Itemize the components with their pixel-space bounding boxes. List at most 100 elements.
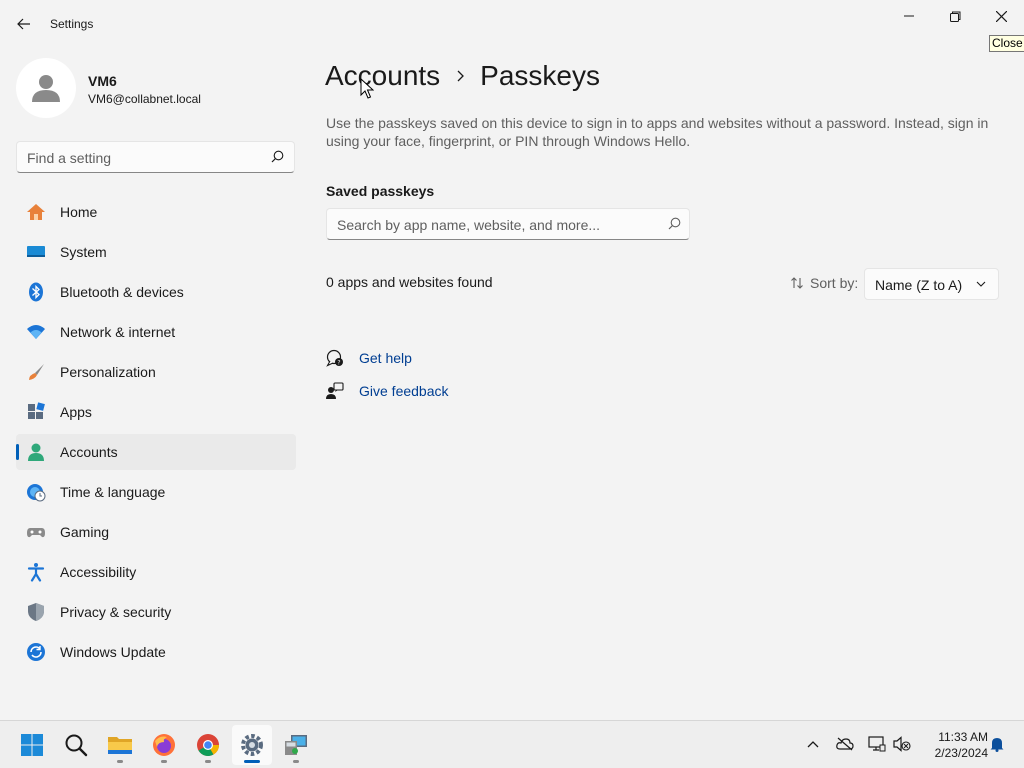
sidebar-item-home[interactable]: Home (16, 194, 296, 230)
volume-tray-button[interactable] (893, 735, 911, 753)
taskbar-search-button[interactable] (56, 725, 96, 765)
gamepad-icon (27, 528, 45, 538)
taskbar: 11:33 AM 2/23/2024 (0, 720, 1024, 768)
profile-name: VM6 (88, 73, 117, 89)
apps-icon (28, 402, 45, 419)
globe-clock-icon (27, 484, 46, 502)
sort-icon (791, 277, 803, 289)
sidebar-item-label: Network & internet (60, 324, 176, 340)
shield-icon (28, 603, 44, 621)
sidebar-item-time-language[interactable]: Time & language (16, 474, 296, 510)
taskbar-file-explorer[interactable] (100, 725, 140, 765)
firefox-icon (153, 734, 175, 756)
results-count: 0 apps and websites found (326, 274, 493, 290)
sidebar-item-label: Apps (60, 404, 92, 420)
find-setting-input[interactable]: Find a setting (16, 141, 295, 173)
close-icon (995, 10, 1007, 22)
title-bar: Settings Close (0, 0, 1024, 52)
bluetooth-icon (29, 282, 43, 302)
profile-email: VM6@collabnet.local (88, 92, 201, 106)
cloud-offline-icon (836, 737, 854, 751)
sidebar-item-label: Privacy & security (60, 604, 172, 620)
running-indicator (205, 760, 211, 763)
sidebar-item-bluetooth[interactable]: Bluetooth & devices (16, 274, 296, 310)
chevron-right-icon (456, 70, 465, 82)
onedrive-tray-button[interactable] (836, 735, 854, 753)
taskbar-firefox[interactable] (144, 725, 184, 765)
section-title: Saved passkeys (326, 183, 435, 199)
sort-dropdown[interactable]: Name (Z to A) (864, 268, 999, 300)
avatar (16, 58, 76, 118)
accounts-icon (28, 443, 44, 461)
taskbar-clock[interactable]: 11:33 AM 2/23/2024 (918, 729, 988, 761)
search-icon (271, 150, 284, 163)
passkey-search-input[interactable]: Search by app name, website, and more... (326, 208, 690, 240)
page-title: Passkeys (480, 60, 600, 91)
clock-date: 2/23/2024 (934, 746, 988, 760)
settings-icon (241, 734, 263, 756)
close-button[interactable] (978, 4, 1024, 28)
sidebar-item-apps[interactable]: Apps (16, 394, 296, 430)
sidebar-item-label: Personalization (60, 364, 156, 380)
sidebar-nav: Home System Bluetooth & devices Network … (16, 194, 296, 674)
show-hidden-icons-button[interactable] (804, 735, 822, 753)
close-tooltip: Close (989, 35, 1024, 52)
chevron-down-icon (976, 281, 986, 287)
accessibility-icon (27, 563, 45, 582)
network-icon (868, 736, 886, 752)
home-icon (27, 204, 45, 220)
taskbar-settings[interactable] (232, 725, 272, 765)
sort-label: Sort by: (790, 275, 858, 291)
sidebar-item-accessibility[interactable]: Accessibility (16, 554, 296, 590)
running-indicator (161, 760, 167, 763)
notifications-button[interactable] (988, 735, 1006, 753)
running-indicator (293, 760, 299, 763)
svg-text:?: ? (337, 360, 340, 367)
running-indicator (117, 760, 123, 763)
minimize-icon (904, 15, 914, 17)
give-feedback-label: Give feedback (359, 383, 449, 399)
sidebar-item-label: Gaming (60, 524, 110, 540)
sidebar-item-accounts[interactable]: Accounts (16, 434, 296, 470)
get-help-label: Get help (359, 350, 412, 366)
start-icon (21, 734, 43, 756)
give-feedback-link[interactable]: Give feedback (326, 382, 449, 400)
file-explorer-icon (108, 737, 132, 754)
sidebar-item-gaming[interactable]: Gaming (16, 514, 296, 550)
sidebar-item-label: System (60, 244, 107, 260)
network-tray-button[interactable] (868, 735, 886, 753)
update-icon (27, 643, 45, 661)
taskbar-remote-desktop[interactable] (276, 725, 316, 765)
clock-time: 11:33 AM (938, 730, 988, 744)
breadcrumb-parent[interactable]: Accounts (325, 60, 440, 92)
sidebar-item-label: Accessibility (60, 564, 137, 580)
user-profile[interactable]: VM6 VM6@collabnet.local (16, 58, 296, 118)
running-indicator (244, 760, 260, 763)
get-help-link[interactable]: ? Get help (326, 349, 412, 367)
passkey-search-placeholder: Search by app name, website, and more... (337, 217, 601, 233)
remote-desktop-icon (285, 735, 307, 755)
bell-icon (990, 738, 1004, 752)
taskbar-chrome[interactable] (188, 725, 228, 765)
help-icon: ? (326, 349, 343, 367)
sidebar-item-label: Time & language (60, 484, 166, 500)
system-icon (27, 246, 45, 257)
search-icon (668, 217, 681, 230)
wifi-icon (27, 325, 45, 339)
page-description: Use the passkeys saved on this device to… (326, 115, 989, 149)
sidebar-item-system[interactable]: System (16, 234, 296, 270)
find-setting-placeholder: Find a setting (27, 150, 112, 166)
back-arrow-icon (17, 18, 30, 30)
restore-button[interactable] (932, 4, 978, 28)
sidebar-item-label: Windows Update (60, 644, 166, 660)
back-button[interactable] (10, 12, 38, 36)
sidebar-item-label: Home (60, 204, 98, 220)
restore-icon (949, 11, 960, 22)
sidebar-item-privacy-security[interactable]: Privacy & security (16, 594, 296, 630)
minimize-button[interactable] (886, 4, 932, 28)
sidebar-item-personalization[interactable]: Personalization (16, 354, 296, 390)
start-button[interactable] (12, 725, 52, 765)
sort-label-text: Sort by: (810, 275, 859, 291)
sidebar-item-windows-update[interactable]: Windows Update (16, 634, 296, 670)
sidebar-item-network[interactable]: Network & internet (16, 314, 296, 350)
